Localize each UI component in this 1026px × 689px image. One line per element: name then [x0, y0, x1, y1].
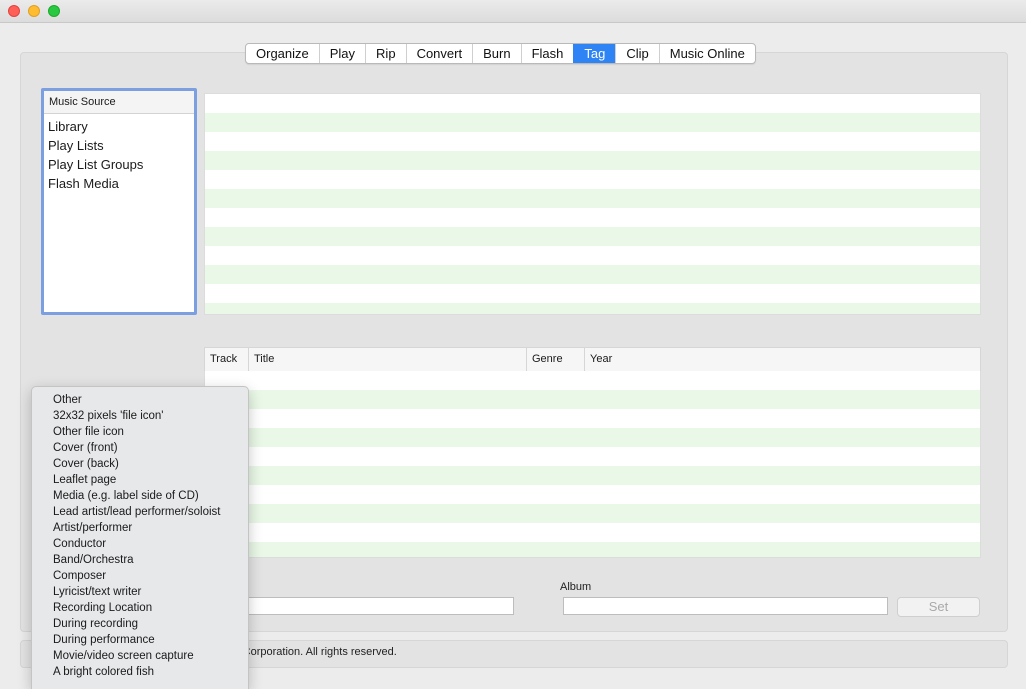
menu-item-file-icon-32[interactable]: 32x32 pixels 'file icon': [32, 408, 248, 424]
tab-burn[interactable]: Burn: [472, 44, 520, 63]
minimize-window-button[interactable]: [28, 5, 40, 17]
menu-item-during-performance[interactable]: During performance: [32, 632, 248, 648]
menu-item-during-recording[interactable]: During recording: [32, 616, 248, 632]
column-header-year[interactable]: Year: [584, 348, 980, 371]
tab-convert[interactable]: Convert: [405, 44, 473, 63]
menu-item-conductor[interactable]: Conductor: [32, 536, 248, 552]
tab-flash[interactable]: Flash: [520, 44, 574, 63]
set-button[interactable]: Set: [897, 597, 980, 617]
title-bar: [0, 0, 1026, 23]
tab-tag[interactable]: Tag: [573, 44, 616, 63]
album-field[interactable]: [563, 597, 888, 615]
menu-item-recording-location[interactable]: Recording Location: [32, 600, 248, 616]
menu-item-cover-back[interactable]: Cover (back): [32, 456, 248, 472]
source-item-play-list-groups[interactable]: Play List Groups: [44, 155, 194, 174]
track-table-header: Track Title Genre Year: [204, 347, 981, 372]
tab-clip[interactable]: Clip: [615, 44, 658, 63]
music-source-list[interactable]: Music Source Library Play Lists Play Lis…: [41, 88, 197, 315]
source-item-flash-media[interactable]: Flash Media: [44, 174, 194, 193]
menu-item-lyricist[interactable]: Lyricist/text writer: [32, 584, 248, 600]
tab-bar: Organize Play Rip Convert Burn Flash Tag…: [245, 43, 756, 64]
column-header-title[interactable]: Title: [248, 348, 526, 371]
album-label: Album: [560, 581, 592, 593]
tab-organize[interactable]: Organize: [246, 44, 319, 63]
album-list[interactable]: [204, 93, 981, 315]
zoom-window-button[interactable]: [48, 5, 60, 17]
menu-item-bright-colored-fish[interactable]: A bright colored fish: [32, 664, 248, 680]
tab-rip[interactable]: Rip: [365, 44, 406, 63]
menu-item-screen-capture[interactable]: Movie/video screen capture: [32, 648, 248, 664]
source-item-library[interactable]: Library: [44, 117, 194, 136]
menu-item-band-orchestra[interactable]: Band/Orchestra: [32, 552, 248, 568]
menu-item-cover-front[interactable]: Cover (front): [32, 440, 248, 456]
column-header-genre[interactable]: Genre: [526, 348, 584, 371]
menu-item-composer[interactable]: Composer: [32, 568, 248, 584]
menu-item-artist-performer[interactable]: Artist/performer: [32, 520, 248, 536]
tab-music-online[interactable]: Music Online: [658, 44, 755, 63]
artist-field[interactable]: [205, 597, 514, 615]
menu-item-other[interactable]: Other: [32, 392, 248, 408]
menu-item-other-file-icon[interactable]: Other file icon: [32, 424, 248, 440]
column-header-track[interactable]: Track: [205, 348, 248, 371]
music-source-header: Music Source: [44, 91, 194, 114]
copyright-text: gy Corporation. All rights reserved.: [228, 646, 397, 658]
tab-play[interactable]: Play: [318, 44, 365, 63]
close-window-button[interactable]: [8, 5, 20, 17]
menu-item-leaflet-page[interactable]: Leaflet page: [32, 472, 248, 488]
menu-item-media[interactable]: Media (e.g. label side of CD): [32, 488, 248, 504]
picture-type-dropdown[interactable]: Other 32x32 pixels 'file icon' Other fil…: [31, 386, 249, 689]
source-item-play-lists[interactable]: Play Lists: [44, 136, 194, 155]
menu-item-lead-artist[interactable]: Lead artist/lead performer/soloist: [32, 504, 248, 520]
track-table-body[interactable]: [204, 371, 981, 558]
